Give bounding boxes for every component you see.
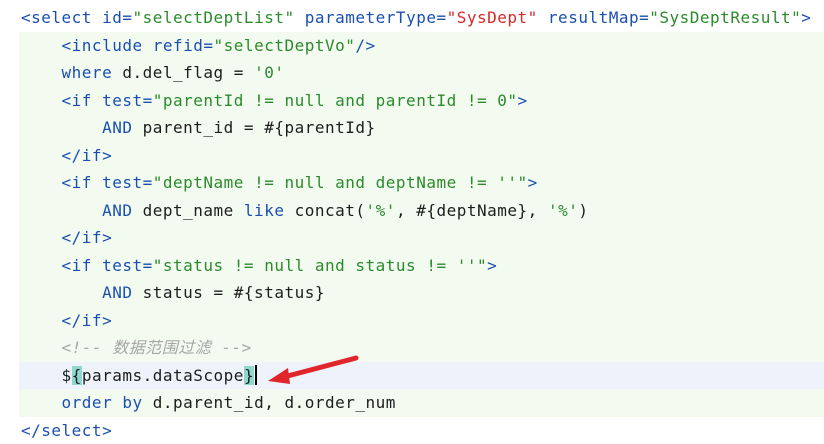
code-token: status = #{status}	[142, 283, 325, 302]
code-token: <!-- 数据范围过滤 -->	[21, 338, 252, 357]
code-line[interactable]: where d.del_flag = '0'	[19, 59, 824, 87]
code-editor[interactable]: <select id="selectDeptList" parameterTyp…	[0, 0, 824, 444]
code-token: </if>	[21, 310, 113, 330]
code-line[interactable]: <if test="deptName != null and deptName …	[19, 169, 824, 197]
code-token: <include	[21, 35, 153, 55]
code-token: where	[21, 63, 123, 82]
code-line[interactable]: <if test="status != null and status != '…	[19, 251, 824, 279]
code-token: dept_name	[142, 200, 244, 220]
code-token: <if	[21, 173, 103, 192]
code-line[interactable]: AND status = #{status}	[19, 279, 824, 307]
red-arrow-annotation	[268, 355, 359, 384]
code-token: >	[801, 8, 812, 27]
code-token: AND	[21, 118, 143, 137]
text-cursor	[255, 364, 258, 385]
code-token: />	[355, 35, 376, 55]
code-token: AND	[21, 283, 143, 302]
code-token: '0'	[254, 63, 285, 82]
code-token: '%'	[547, 200, 579, 220]
code-token: <select	[21, 8, 103, 27]
code-token: test=	[102, 90, 153, 110]
code-token: d.parent_id, d.order_num	[152, 393, 396, 412]
code-token: test=	[102, 173, 153, 192]
code-line[interactable]: <include refid="selectDeptVo"/>	[19, 31, 824, 59]
code-line[interactable]: ${params.dataScope}	[19, 361, 824, 389]
code-token: parameterType=	[304, 8, 447, 27]
code-token: $	[21, 365, 72, 385]
code-token: refid=	[152, 35, 214, 55]
editor-gutter	[0, 0, 19, 444]
code-token: parent_id = #{parentId}	[142, 118, 376, 137]
code-token: </if>	[21, 145, 113, 165]
code-token: "selectDeptVo"	[213, 35, 356, 55]
code-token: AND	[21, 200, 143, 220]
code-token: params.dataScope	[81, 365, 244, 385]
matched-brace: }	[243, 365, 255, 385]
code-token: , #{deptName},	[395, 200, 548, 220]
code-line[interactable]: AND dept_name like concat('%', #{deptNam…	[19, 196, 824, 224]
code-token: concat(	[294, 200, 366, 220]
code-token: "deptName != null and deptName != ''"	[152, 173, 528, 192]
code-token: )	[578, 200, 589, 220]
code-token: <if	[21, 255, 103, 275]
code-token: d.del_flag =	[122, 63, 255, 82]
code-token: "status != null and status != ''"	[152, 255, 488, 275]
code-line[interactable]: <!-- 数据范围过滤 -->	[19, 334, 824, 362]
code-token: '%'	[365, 200, 396, 220]
code-token: >	[517, 90, 528, 110]
code-token: >	[487, 255, 498, 275]
code-token: order by	[21, 393, 153, 412]
code-token: "parentId != null and parentId != 0"	[152, 90, 518, 110]
code-line[interactable]: <if test="parentId != null and parentId …	[19, 86, 824, 114]
code-token: </select>	[21, 420, 113, 440]
code-line[interactable]: AND parent_id = #{parentId}	[19, 114, 824, 142]
code-line[interactable]: <select id="selectDeptList" parameterTyp…	[19, 4, 824, 32]
code-token: "SysDeptResult"	[649, 8, 802, 27]
code-lines: <select id="selectDeptList" parameterTyp…	[19, 4, 824, 444]
code-token: like	[243, 200, 295, 220]
code-token: resultMap=	[547, 8, 650, 27]
code-token: test=	[102, 255, 153, 275]
code-line[interactable]: </if>	[19, 224, 824, 252]
code-token: id=	[102, 8, 133, 27]
code-token: "SysDept"	[446, 8, 548, 27]
code-line[interactable]: </if>	[19, 306, 824, 334]
code-token: >	[527, 173, 538, 192]
code-line[interactable]: </if>	[19, 141, 824, 169]
code-token: "selectDeptList"	[132, 8, 305, 27]
code-line[interactable]: order by d.parent_id, d.order_num	[19, 389, 824, 417]
code-line[interactable]: </select>	[19, 417, 824, 444]
code-token: </if>	[21, 228, 113, 247]
matched-brace: {	[71, 365, 82, 385]
code-token: <if	[21, 90, 103, 110]
